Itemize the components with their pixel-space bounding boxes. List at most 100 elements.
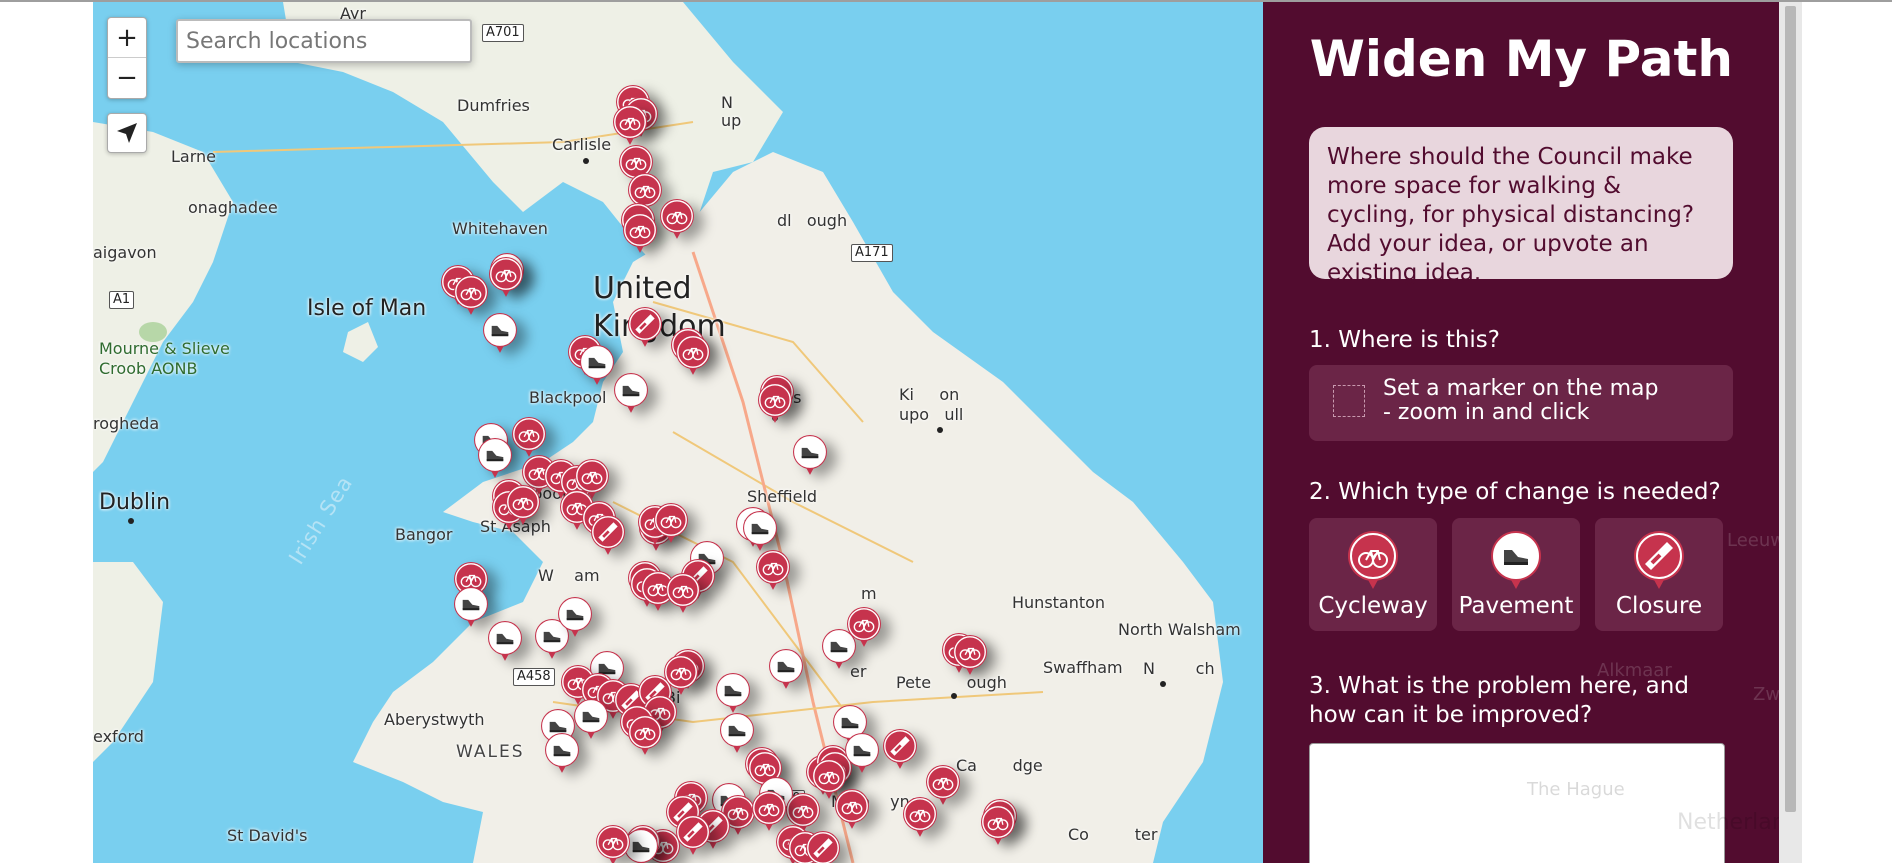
- pavement-marker[interactable]: [613, 372, 649, 414]
- place-label: Sheffield: [747, 487, 818, 506]
- pavement-marker[interactable]: [487, 620, 523, 662]
- closure-marker[interactable]: [882, 728, 918, 770]
- aonb-label: Mourne & Slieve Croob AONB: [99, 339, 230, 378]
- set-marker-line1: Set a marker on the map: [1383, 376, 1659, 401]
- set-marker-prompt[interactable]: Set a marker on the map - zoom in and cl…: [1309, 365, 1733, 441]
- place-label: N ch: [1143, 659, 1215, 678]
- cycleway-marker[interactable]: [846, 606, 882, 648]
- pavement-marker[interactable]: [768, 648, 804, 690]
- place-label: aigavon: [93, 243, 157, 262]
- region-label: WALES: [456, 742, 525, 762]
- cycleway-marker[interactable]: [511, 416, 547, 458]
- cycleway-marker[interactable]: [757, 382, 793, 424]
- cycleway-marker[interactable]: [663, 654, 699, 696]
- road-shield: A171: [851, 244, 893, 262]
- type-pavement-button[interactable]: Pavement: [1452, 518, 1580, 631]
- pavement-marker[interactable]: [453, 586, 489, 628]
- ghost-map-label: Zw: [1753, 684, 1779, 705]
- place-label: Ki on upo ull: [899, 385, 964, 424]
- cycleway-marker[interactable]: [659, 198, 695, 240]
- place-label: Ca dge: [956, 756, 1043, 775]
- place-label: Aberystwyth: [384, 710, 485, 729]
- place-label: m: [861, 584, 877, 603]
- cycleway-marker[interactable]: [952, 634, 988, 676]
- place-label: Blackpool: [529, 388, 607, 407]
- barrier-icon: [1633, 530, 1685, 594]
- pavement-marker[interactable]: [579, 344, 615, 386]
- place-label: Larne: [171, 147, 216, 166]
- place-label: N up: [721, 93, 742, 130]
- cycleway-marker[interactable]: [627, 714, 663, 756]
- pavement-marker[interactable]: [544, 732, 580, 774]
- city-dot: [1160, 681, 1166, 687]
- ghost-map-label: Netherlan: [1677, 810, 1779, 835]
- problem-textarea[interactable]: [1309, 743, 1725, 863]
- road-shield: A458: [513, 668, 555, 686]
- place-label: Bangor: [395, 525, 453, 544]
- set-marker-text: Set a marker on the map - zoom in and cl…: [1383, 377, 1658, 425]
- question-type: 2. Which type of change is needed?: [1309, 479, 1721, 505]
- zoom-control: + −: [107, 17, 147, 99]
- road-shield: A701: [482, 24, 524, 42]
- cycleway-marker[interactable]: [653, 502, 689, 544]
- place-label: W am: [538, 566, 600, 585]
- app-title: Widen My Path: [1309, 30, 1733, 88]
- place-label: Dumfries: [457, 96, 530, 115]
- question-problem: 3. What is the problem here, and how can…: [1309, 673, 1689, 728]
- place-label: Dublin: [99, 490, 171, 515]
- cycleway-marker[interactable]: [505, 484, 541, 526]
- city-dot: [937, 427, 943, 433]
- zoom-out-button[interactable]: −: [108, 57, 146, 97]
- cycleway-marker[interactable]: [488, 256, 524, 298]
- closure-marker[interactable]: [627, 306, 663, 348]
- place-label: exford: [93, 727, 144, 746]
- place-label: Isle of Man: [307, 296, 427, 321]
- intro-text: Where should the Council make more space…: [1309, 127, 1733, 286]
- type-label: Cycleway: [1318, 593, 1428, 619]
- cycleway-marker[interactable]: [834, 788, 870, 830]
- road-shield: A1: [109, 291, 135, 309]
- scrollbar-thumb[interactable]: [1785, 6, 1796, 812]
- cycleway-marker[interactable]: [612, 104, 648, 146]
- place-label: rogheda: [93, 414, 160, 433]
- place-label: Co ter: [1068, 825, 1158, 844]
- place-label: Whitehaven: [452, 219, 548, 238]
- map[interactable]: Ayr Dumfries Carlisle Larne onaghadee Wh…: [93, 2, 1263, 863]
- cycleway-marker[interactable]: [622, 212, 658, 254]
- cycleway-marker[interactable]: [755, 549, 791, 591]
- pavement-marker[interactable]: [557, 596, 593, 638]
- set-marker-line2: - zoom in and click: [1383, 400, 1590, 425]
- closure-marker[interactable]: [675, 814, 711, 856]
- cycleway-marker[interactable]: [453, 274, 489, 316]
- pavement-marker[interactable]: [742, 510, 778, 552]
- pavement-marker[interactable]: [844, 732, 880, 774]
- locate-button[interactable]: [107, 113, 147, 153]
- pavement-marker[interactable]: [792, 434, 828, 476]
- type-closure-button[interactable]: Closure: [1595, 518, 1723, 631]
- type-label: Closure: [1615, 593, 1703, 619]
- city-dot: [128, 518, 134, 524]
- closure-marker[interactable]: [805, 830, 841, 863]
- place-label: St David's: [227, 826, 308, 845]
- place-label: onaghadee: [188, 198, 278, 217]
- pavement-marker[interactable]: [477, 437, 513, 479]
- closure-marker[interactable]: [590, 514, 626, 556]
- pavement-marker[interactable]: [715, 672, 751, 714]
- bike-icon: [1347, 530, 1399, 594]
- place-label: Hunstanton: [1012, 593, 1106, 612]
- search-input[interactable]: [176, 19, 472, 63]
- shoe-icon: [1490, 530, 1542, 594]
- cycleway-marker[interactable]: [902, 796, 938, 838]
- place-label: Swaffham: [1043, 658, 1123, 677]
- cycleway-marker[interactable]: [665, 572, 701, 614]
- app: Ayr Dumfries Carlisle Larne onaghadee Wh…: [93, 2, 1802, 863]
- cycleway-marker[interactable]: [595, 824, 631, 863]
- pavement-marker[interactable]: [482, 312, 518, 354]
- cycleway-marker[interactable]: [980, 804, 1016, 846]
- cycleway-marker[interactable]: [675, 334, 711, 376]
- type-cycleway-button[interactable]: Cycleway: [1309, 518, 1437, 631]
- zoom-in-button[interactable]: +: [108, 18, 146, 57]
- place-label: North Walsham: [1118, 620, 1241, 639]
- map-base: [93, 2, 1223, 863]
- type-label: Pavement: [1458, 593, 1574, 619]
